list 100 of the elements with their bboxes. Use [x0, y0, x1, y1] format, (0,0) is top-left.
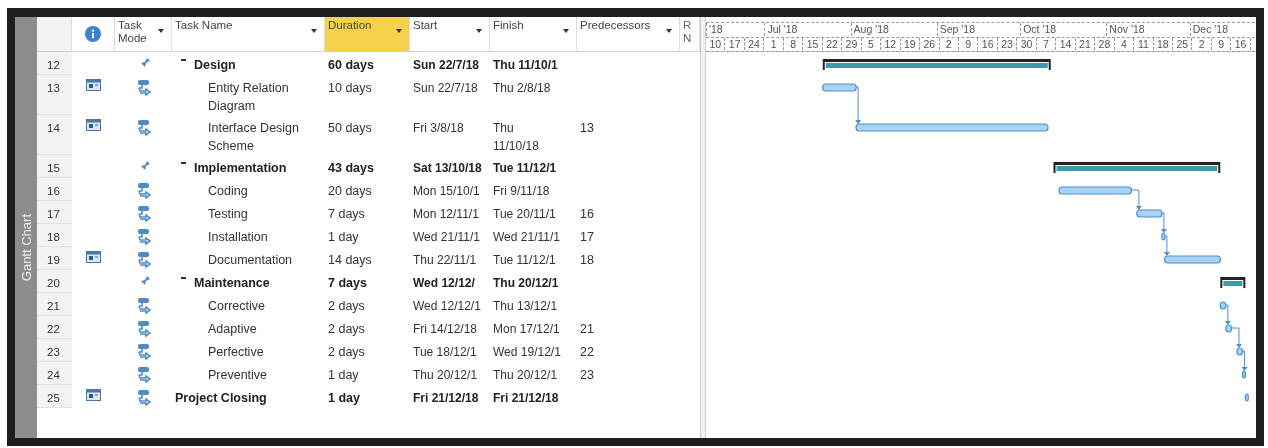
start-date: Thu 20/12/1 [412, 367, 479, 384]
month-label: Dec '18 [1189, 23, 1228, 36]
finish-date: Thu 2/8/18 [492, 80, 552, 97]
start-date: Sun 22/7/18 [412, 80, 479, 97]
column-header[interactable]: Start [410, 17, 490, 52]
auto-schedule-icon [135, 205, 152, 222]
task-bar [1244, 393, 1249, 402]
month-label: Aug '18 [850, 23, 889, 36]
auto-schedule-icon [135, 228, 152, 245]
task-name: Maintenance [194, 275, 270, 292]
week-label: 26 [920, 38, 940, 50]
week-label: 11 [1134, 38, 1154, 50]
auto-schedule-icon [135, 182, 152, 199]
row-number[interactable]: 16 [37, 178, 72, 201]
row-number[interactable]: 21 [37, 293, 72, 316]
start-date: Wed 12/12/1 [412, 298, 482, 315]
task-name: Perfective [208, 344, 264, 361]
row-number[interactable]: 20 [37, 270, 72, 293]
predecessors: 16 [580, 206, 594, 223]
duration: 2 days [327, 298, 366, 315]
finish-date: Fri 21/12/18 [492, 390, 560, 407]
duration: 43 days [327, 160, 375, 177]
week-label: 4 [1114, 38, 1135, 50]
duration: 10 days [327, 80, 373, 97]
month-label: Sep '18 [936, 23, 976, 36]
summary-bar [1220, 277, 1246, 288]
week-label: 5 [861, 38, 882, 50]
finish-date: Fri 9/11/18 [492, 183, 551, 200]
task-name: Adaptive [208, 321, 257, 338]
task-bar [1219, 301, 1227, 310]
column-header[interactable]: Task Mode [115, 17, 172, 52]
finish-date: Tue 11/12/1 [492, 252, 557, 269]
column-header[interactable]: Finish [490, 17, 577, 52]
column-header[interactable]: Predecessors [577, 17, 680, 52]
duration: 1 day [327, 229, 360, 246]
task-bar [1241, 370, 1247, 379]
row-number[interactable]: 12 [37, 52, 72, 75]
predecessors: 21 [580, 321, 594, 338]
row-number[interactable]: 19 [37, 247, 72, 270]
week-label: 9 [1211, 38, 1232, 50]
week-label: 17 [725, 38, 745, 50]
finish-date: Thu 20/12/1 [492, 367, 559, 384]
predecessors: 17 [580, 229, 594, 246]
week-label: 28 [1095, 38, 1115, 50]
finish-date: Wed 19/12/1 [492, 344, 562, 361]
row-number[interactable]: 15 [37, 155, 72, 178]
task-name: Design [194, 57, 236, 74]
week-label: 19 [900, 38, 921, 50]
duration: 1 day [327, 367, 360, 384]
week-label: 18 [1153, 38, 1174, 50]
duration: 7 days [327, 206, 366, 223]
row-number[interactable]: 13 [37, 75, 72, 115]
start-date: Wed 21/11/1 [412, 229, 481, 246]
duration: 14 days [327, 252, 373, 269]
week-label: 10 [706, 38, 726, 50]
week-label: 1 [764, 38, 784, 50]
finish-date: Wed 21/11/1 [492, 229, 561, 246]
task-name: Project Closing [175, 390, 267, 407]
predecessors: 13 [580, 120, 594, 137]
task-bar [822, 83, 857, 92]
task-name: Coding [208, 183, 248, 200]
row-number[interactable]: 14 [37, 115, 72, 155]
duration: 2 days [327, 321, 366, 338]
finish-date: Thu 20/12/1 [492, 275, 560, 292]
auto-schedule-icon [135, 320, 152, 337]
row-number[interactable]: 23 [37, 339, 72, 362]
start-date: Tue 18/12/1 [412, 344, 478, 361]
task-name: Entity Relation Diagram [208, 80, 290, 115]
week-label: 15 [803, 38, 823, 50]
start-date: Sun 22/7/18 [412, 57, 481, 74]
row-number[interactable]: 25 [37, 385, 72, 408]
duration: 2 days [327, 344, 366, 361]
pane-splitter[interactable] [700, 17, 706, 438]
month-label: '18 [706, 23, 723, 36]
finish-date: Thu 11/10/1 [492, 57, 559, 74]
row-number[interactable]: 18 [37, 224, 72, 247]
week-label: 30 [1017, 38, 1037, 50]
week-label: 7 [1036, 38, 1057, 50]
auto-schedule-icon [135, 251, 152, 268]
auto-schedule-icon [135, 343, 152, 360]
week-label: 29 [842, 38, 862, 50]
task-bar [1225, 324, 1232, 333]
row-number[interactable]: 24 [37, 362, 72, 385]
duration: 20 days [327, 183, 373, 200]
task-name: Corrective [208, 298, 265, 315]
predecessors: 23 [580, 367, 594, 384]
select-all-corner[interactable] [37, 17, 72, 52]
row-number[interactable]: 22 [37, 316, 72, 339]
finish-date: Mon 17/12/1 [492, 321, 561, 338]
week-label: 23 [997, 38, 1018, 50]
week-label: 24 [744, 38, 765, 50]
predecessors: 18 [580, 252, 594, 269]
task-name: Interface Design Scheme [208, 120, 301, 155]
task-name: Testing [208, 206, 248, 223]
row-number[interactable]: 17 [37, 201, 72, 224]
week-label: 22 [822, 38, 843, 50]
task-name: Implementation [194, 160, 287, 177]
column-header[interactable]: Duration [325, 17, 410, 52]
finish-date: Thu 11/10/18 [492, 120, 540, 155]
week-label: 2 [939, 38, 959, 50]
